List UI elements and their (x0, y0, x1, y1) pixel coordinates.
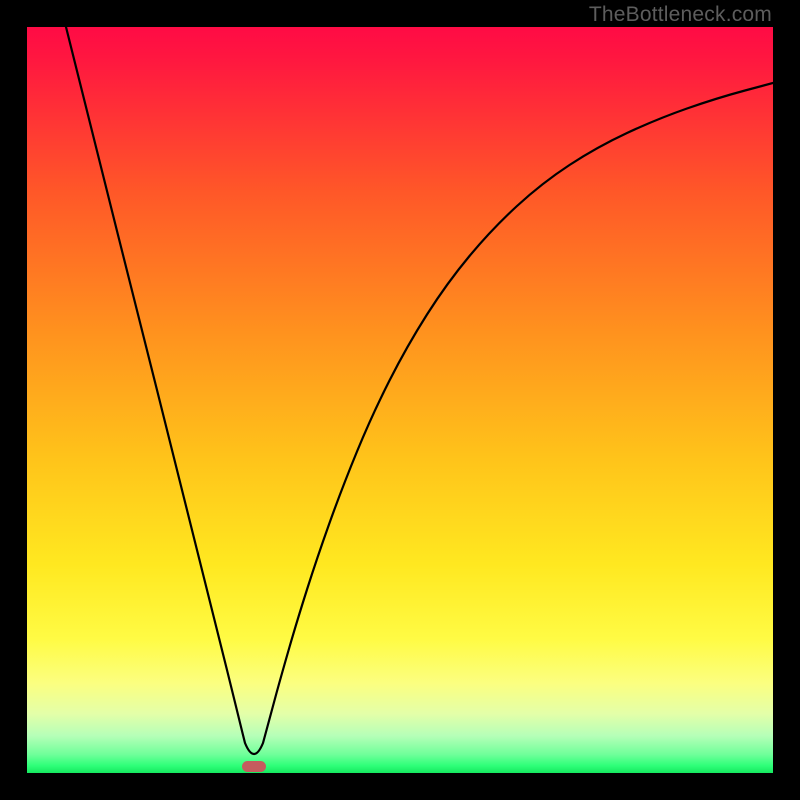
bottleneck-curve (27, 27, 773, 773)
watermark-text: TheBottleneck.com (589, 3, 772, 27)
plot-frame (27, 27, 773, 773)
curve-path (66, 27, 773, 754)
optimal-marker (242, 761, 266, 772)
